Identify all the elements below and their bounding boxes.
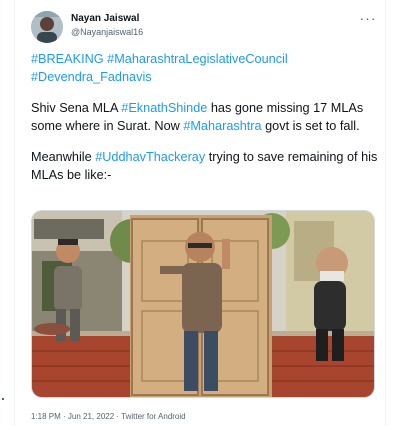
hashtag-link[interactable]: #BREAKING #MaharashtraLegislativeCouncil (31, 52, 288, 66)
tweet-text-span: Meanwhile (31, 150, 96, 164)
divider-dot (2, 398, 4, 400)
meme-image (32, 211, 374, 397)
tweet-text-span: Shiv Sena MLA (31, 101, 122, 115)
tweet-text: #BREAKING #MaharashtraLegislativeCouncil… (31, 50, 379, 197)
tweet-paragraph: Meanwhile #UddhavThackeray trying to sav… (31, 148, 379, 184)
hashtag-link[interactable]: #Devendra_Fadnavis (31, 70, 152, 84)
tweet-timestamp[interactable]: 1:18 PM · Jun 21, 2022 · Twitter for And… (31, 412, 186, 421)
author-handle[interactable]: @Nayanjaiswal16 (71, 27, 143, 37)
tweet-paragraph: Shiv Sena MLA #EknathShinde has gone mis… (31, 99, 379, 135)
tweet-card: Nayan Jaiswal @Nayanjaiswal16 ··· #BREAK… (14, 0, 386, 426)
hashtag-link[interactable]: #EknathShinde (121, 101, 207, 115)
more-horizontal-icon[interactable]: ··· (359, 11, 377, 27)
tweet-header: Nayan Jaiswal @Nayanjaiswal16 ··· (31, 11, 377, 45)
hashtag-link[interactable]: #Maharashtra (183, 119, 261, 133)
author-name[interactable]: Nayan Jaiswal (71, 13, 139, 24)
tweet-text-span: govt is set to fall. (261, 119, 360, 133)
avatar[interactable] (31, 11, 63, 43)
hashtag-paragraph: #BREAKING #MaharashtraLegislativeCouncil… (31, 50, 379, 86)
hashtag-link[interactable]: #UddhavThackeray (95, 150, 205, 164)
tweet-media-image[interactable] (31, 210, 375, 398)
